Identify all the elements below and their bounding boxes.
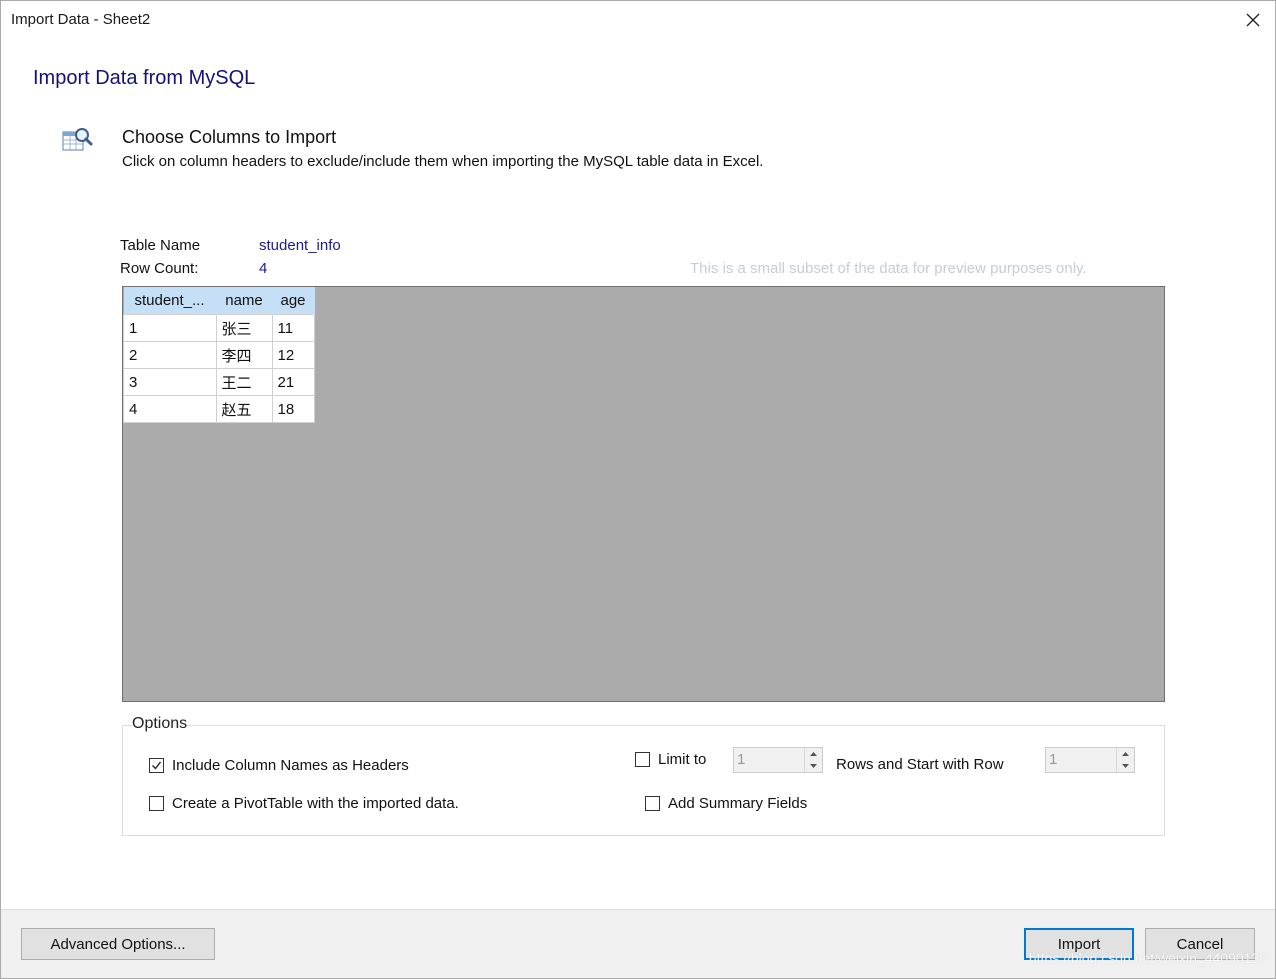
preview-table: student_... name age 1 张三 11 2 李四 12 3 王… bbox=[123, 287, 315, 423]
column-header-name[interactable]: name bbox=[216, 287, 273, 315]
advanced-options-button[interactable]: Advanced Options... bbox=[21, 928, 215, 960]
limit-label[interactable]: Limit to bbox=[658, 751, 706, 768]
caret-up-icon bbox=[1122, 752, 1129, 756]
limit-input[interactable] bbox=[734, 748, 803, 770]
caret-down-icon bbox=[810, 764, 817, 768]
table-cell[interactable]: 1 bbox=[123, 314, 217, 342]
start-row-increment-button[interactable] bbox=[1117, 748, 1134, 760]
table-cell[interactable]: 3 bbox=[123, 368, 217, 396]
table-row: 1 张三 11 bbox=[123, 314, 315, 342]
table-name-value: student_info bbox=[259, 237, 341, 254]
pivot-table-label[interactable]: Create a PivotTable with the imported da… bbox=[172, 795, 459, 812]
include-headers-checkbox[interactable] bbox=[149, 758, 164, 773]
table-cell[interactable]: 11 bbox=[271, 314, 315, 342]
summary-fields-label[interactable]: Add Summary Fields bbox=[668, 795, 807, 812]
table-cell[interactable]: 12 bbox=[271, 341, 315, 369]
close-button[interactable] bbox=[1239, 6, 1267, 34]
caret-down-icon bbox=[1122, 764, 1129, 768]
table-cell[interactable]: 张三 bbox=[215, 314, 273, 342]
table-search-icon bbox=[62, 128, 93, 151]
caret-up-icon bbox=[810, 752, 817, 756]
dialog-heading: Import Data from MySQL bbox=[33, 67, 256, 89]
row-count-value: 4 bbox=[259, 260, 268, 277]
options-legend: Options bbox=[132, 715, 188, 733]
start-row-stepper-buttons bbox=[1116, 748, 1134, 772]
watermark-text: https://blog.csdn.net/weixin_44090138 bbox=[1028, 950, 1267, 966]
table-cell[interactable]: 2 bbox=[123, 341, 217, 369]
table-cell[interactable]: 18 bbox=[271, 395, 315, 423]
section-title: Choose Columns to Import bbox=[122, 127, 337, 147]
start-row-input[interactable] bbox=[1046, 748, 1115, 770]
limit-checkbox[interactable] bbox=[635, 752, 650, 767]
section-description: Click on column headers to exclude/inclu… bbox=[122, 153, 764, 170]
table-name-label: Table Name bbox=[120, 237, 201, 254]
table-row: 4 赵五 18 bbox=[123, 395, 315, 423]
start-row-stepper[interactable] bbox=[1045, 747, 1135, 773]
table-cell[interactable]: 李四 bbox=[215, 341, 273, 369]
preview-note: This is a small subset of the data for p… bbox=[690, 260, 1087, 277]
title-bar: Import Data - Sheet2 bbox=[1, 1, 1275, 39]
pivot-table-checkbox[interactable] bbox=[149, 796, 164, 811]
header-row: student_... name age bbox=[123, 287, 315, 315]
table-row: 3 王二 21 bbox=[123, 368, 315, 396]
row-count-label: Row Count: bbox=[120, 260, 199, 277]
import-data-dialog: Import Data - Sheet2 Import Data from My… bbox=[0, 0, 1276, 979]
options-group bbox=[122, 725, 1165, 836]
window-title: Import Data - Sheet2 bbox=[11, 11, 151, 28]
table-cell[interactable]: 王二 bbox=[215, 368, 273, 396]
table-cell[interactable]: 赵五 bbox=[215, 395, 273, 423]
column-header-age[interactable]: age bbox=[272, 287, 315, 315]
table-cell[interactable]: 21 bbox=[271, 368, 315, 396]
column-header-student-id[interactable]: student_... bbox=[123, 287, 217, 315]
include-headers-label[interactable]: Include Column Names as Headers bbox=[172, 757, 409, 774]
close-icon bbox=[1246, 13, 1260, 27]
start-row-label: Rows and Start with Row bbox=[836, 756, 1004, 773]
limit-stepper-buttons bbox=[804, 748, 822, 772]
limit-decrement-button[interactable] bbox=[805, 760, 822, 772]
checkmark-icon bbox=[152, 761, 162, 770]
limit-stepper[interactable] bbox=[733, 747, 823, 773]
table-row: 2 李四 12 bbox=[123, 341, 315, 369]
summary-fields-checkbox[interactable] bbox=[645, 796, 660, 811]
dialog-footer: Advanced Options... Import Cancel https:… bbox=[1, 909, 1275, 978]
preview-grid[interactable]: student_... name age 1 张三 11 2 李四 12 3 王… bbox=[122, 286, 1165, 702]
table-cell[interactable]: 4 bbox=[123, 395, 217, 423]
limit-increment-button[interactable] bbox=[805, 748, 822, 760]
start-row-decrement-button[interactable] bbox=[1117, 760, 1134, 772]
